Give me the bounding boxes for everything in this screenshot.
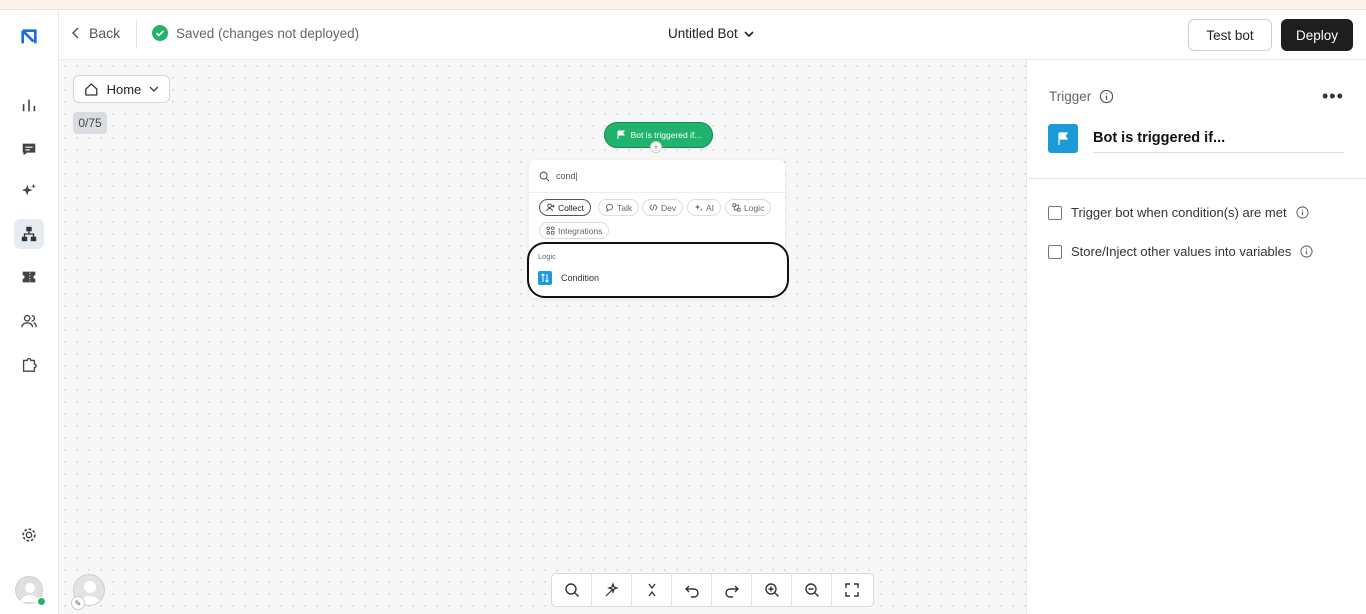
speech-bubble-icon bbox=[605, 203, 614, 212]
chat-icon[interactable] bbox=[14, 134, 44, 164]
home-icon bbox=[85, 82, 98, 96]
redo-icon[interactable] bbox=[712, 574, 752, 606]
block-name-field[interactable]: Bot is triggered if... bbox=[1093, 130, 1344, 153]
chip-label: Collect bbox=[558, 202, 584, 213]
info-icon[interactable] bbox=[1295, 206, 1309, 219]
gear-icon[interactable] bbox=[14, 520, 44, 550]
home-label: Home bbox=[106, 81, 142, 97]
chip-logic[interactable]: Logic bbox=[725, 199, 772, 216]
back-button[interactable]: Back bbox=[71, 25, 120, 41]
block-search-input[interactable]: cond| bbox=[556, 171, 578, 181]
variables-checkbox[interactable] bbox=[1048, 244, 1062, 259]
condition-checkbox[interactable] bbox=[1048, 205, 1062, 220]
more-options-icon[interactable]: ••• bbox=[1322, 86, 1344, 107]
flag-icon bbox=[1048, 124, 1078, 153]
chip-dev[interactable]: Dev bbox=[642, 199, 684, 216]
zoom-in-icon[interactable] bbox=[752, 574, 792, 606]
zoom-out-icon[interactable] bbox=[792, 574, 832, 606]
chip-integrations[interactable]: Integrations bbox=[539, 222, 610, 239]
chevron-left-icon bbox=[71, 27, 79, 39]
search-icon[interactable] bbox=[552, 574, 592, 606]
bar-chart-icon[interactable] bbox=[14, 90, 44, 120]
integrations-icon bbox=[546, 226, 555, 235]
block-search-row[interactable]: cond| bbox=[529, 160, 785, 193]
sparkles-icon bbox=[694, 204, 703, 212]
check-circle-icon bbox=[152, 25, 168, 41]
properties-header: Trigger ••• Bot is triggered if... bbox=[1028, 60, 1366, 179]
deploy-button[interactable]: Deploy bbox=[1281, 19, 1353, 51]
test-bot-button[interactable]: Test bot bbox=[1188, 19, 1272, 51]
results-group-label: Logic bbox=[538, 252, 556, 261]
collect-icon bbox=[546, 203, 555, 212]
chip-label: Talk bbox=[617, 202, 633, 213]
option-trigger-conditions[interactable]: Trigger bot when condition(s) are met bbox=[1048, 205, 1309, 220]
back-label: Back bbox=[89, 25, 121, 41]
chevron-down-icon bbox=[744, 30, 754, 37]
top-banner-strip bbox=[0, 0, 1366, 10]
canvas-toolbar bbox=[551, 573, 874, 607]
code-icon bbox=[649, 204, 658, 211]
chip-label: Dev bbox=[661, 202, 677, 213]
condition-result-item[interactable]: Condition bbox=[538, 271, 599, 285]
bot-name: Untitled Bot bbox=[668, 26, 738, 41]
sitemap-icon[interactable] bbox=[14, 219, 44, 249]
magic-icon[interactable] bbox=[592, 574, 632, 606]
logic-icon bbox=[732, 203, 741, 212]
chip-talk[interactable]: Talk bbox=[598, 199, 640, 216]
block-picker-panel: cond| Collect Talk Dev AI Logic Integrat… bbox=[527, 160, 789, 298]
section-label: Trigger bbox=[1049, 89, 1114, 104]
puzzle-icon[interactable] bbox=[14, 349, 44, 379]
user-avatar[interactable] bbox=[15, 576, 46, 606]
undo-icon[interactable] bbox=[672, 574, 712, 606]
chip-label: AI bbox=[706, 202, 715, 213]
sparkles-icon[interactable] bbox=[14, 176, 44, 206]
add-node-handle[interactable]: + bbox=[650, 141, 662, 153]
chip-label: Logic bbox=[744, 202, 765, 213]
chip-label: Integrations bbox=[558, 225, 603, 236]
users-icon[interactable] bbox=[14, 306, 44, 336]
option-store-variables[interactable]: Store/Inject other values into variables bbox=[1048, 244, 1313, 259]
pencil-icon[interactable]: ✎ bbox=[71, 596, 85, 610]
bot-name-dropdown[interactable]: Untitled Bot bbox=[668, 26, 754, 41]
option-label: Trigger bot when condition(s) are met bbox=[1071, 205, 1287, 220]
condition-label: Condition bbox=[561, 273, 600, 283]
ticket-icon[interactable] bbox=[14, 262, 44, 292]
saved-status-text: Saved (changes not deployed) bbox=[176, 25, 360, 41]
top-header: Back Saved (changes not deployed) Untitl… bbox=[59, 10, 1366, 60]
saved-status: Saved (changes not deployed) bbox=[152, 25, 359, 41]
collapse-icon[interactable] bbox=[632, 574, 672, 606]
condition-icon bbox=[538, 271, 552, 285]
header-divider bbox=[136, 19, 137, 49]
option-label: Store/Inject other values into variables bbox=[1071, 244, 1292, 259]
block-counter: 0/75 bbox=[73, 112, 107, 134]
info-icon[interactable] bbox=[1099, 89, 1114, 104]
logo-icon[interactable] bbox=[14, 22, 44, 52]
info-icon[interactable] bbox=[1300, 245, 1313, 258]
search-results-highlight: Logic Condition bbox=[527, 242, 789, 298]
flag-icon bbox=[617, 130, 625, 139]
section-label-text: Trigger bbox=[1049, 89, 1092, 104]
online-status-dot bbox=[37, 597, 46, 606]
flow-canvas[interactable]: Home 0/75 Bot is triggered if... + cond|… bbox=[59, 60, 1027, 614]
chip-collect[interactable]: Collect bbox=[539, 199, 591, 216]
search-icon bbox=[539, 171, 550, 181]
properties-panel: Trigger ••• Bot is triggered if... Trigg… bbox=[1028, 60, 1366, 614]
fullscreen-icon[interactable] bbox=[832, 574, 872, 606]
chevron-down-icon bbox=[149, 86, 159, 92]
home-dropdown[interactable]: Home bbox=[73, 75, 170, 103]
trigger-node-label: Bot is triggered if... bbox=[630, 130, 702, 140]
chip-ai[interactable]: AI bbox=[687, 199, 722, 216]
left-sidebar bbox=[0, 10, 59, 614]
